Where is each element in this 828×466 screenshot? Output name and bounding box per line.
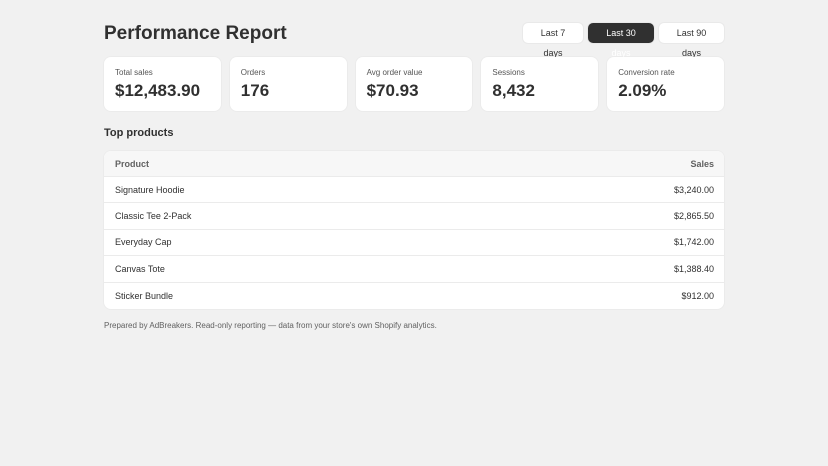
report-header: Performance Report Last 7 days Last 30 d…: [104, 22, 724, 58]
product-name: Sticker Bundle: [115, 290, 174, 301]
range-button-last-30-days[interactable]: Last 30 days: [588, 23, 654, 58]
metric-value: $12,483.90: [115, 81, 201, 100]
product-sales: $2,865.50: [673, 211, 714, 222]
product-name: Signature Hoodie: [115, 184, 185, 195]
metric-value: 176: [240, 81, 270, 100]
column-header-product: Product: [115, 158, 150, 169]
metric-label: Conversion rate: [618, 68, 675, 77]
product-name: Canvas Tote: [115, 263, 165, 274]
metric-card-avg-order-value: Avg order value $70.93: [355, 57, 473, 111]
metric-value: $70.93: [366, 81, 419, 100]
table-header: Product Sales: [104, 151, 724, 177]
top-products-table: Product Sales Signature Hoodie $3,240.00…: [104, 151, 724, 309]
column-header-sales: Sales: [690, 158, 714, 169]
report-footnote: Prepared by AdBreakers. Read-only report…: [104, 321, 437, 330]
metrics-row: Total sales $12,483.90 Orders 176 Avg or…: [104, 57, 724, 111]
date-range-selector: Last 7 days Last 30 days Last 90 days: [523, 23, 724, 58]
metric-value: 2.09%: [618, 81, 667, 100]
metric-label: Avg order value: [366, 68, 423, 77]
metric-card-total-sales: Total sales $12,483.90: [104, 57, 221, 111]
range-button-last-7-days[interactable]: Last 7 days: [523, 23, 583, 58]
metric-label: Orders: [240, 68, 266, 77]
top-products-heading: Top products: [104, 127, 174, 139]
product-name: Classic Tee 2-Pack: [115, 211, 192, 222]
range-button-last-90-days[interactable]: Last 90 days: [659, 23, 724, 58]
table-row: Sticker Bundle $912.00: [104, 283, 724, 309]
metric-label: Total sales: [115, 68, 153, 77]
table-row: Everyday Cap $1,742.00: [104, 230, 724, 257]
product-sales: $1,742.00: [673, 237, 714, 248]
product-name: Everyday Cap: [115, 237, 172, 248]
product-sales: $912.00: [681, 290, 714, 301]
metric-card-orders: Orders 176: [229, 57, 347, 111]
metric-card-sessions: Sessions 8,432: [481, 57, 599, 111]
metric-label: Sessions: [492, 68, 525, 77]
table-row: Signature Hoodie $3,240.00: [104, 177, 724, 204]
metric-card-conversion-rate: Conversion rate 2.09%: [607, 57, 724, 111]
page-title: Performance Report: [104, 23, 287, 44]
table-row: Classic Tee 2-Pack $2,865.50: [104, 203, 724, 230]
metric-value: 8,432: [492, 81, 535, 100]
product-sales: $1,388.40: [673, 263, 714, 274]
table-row: Canvas Tote $1,388.40: [104, 256, 724, 283]
product-sales: $3,240.00: [673, 184, 714, 195]
